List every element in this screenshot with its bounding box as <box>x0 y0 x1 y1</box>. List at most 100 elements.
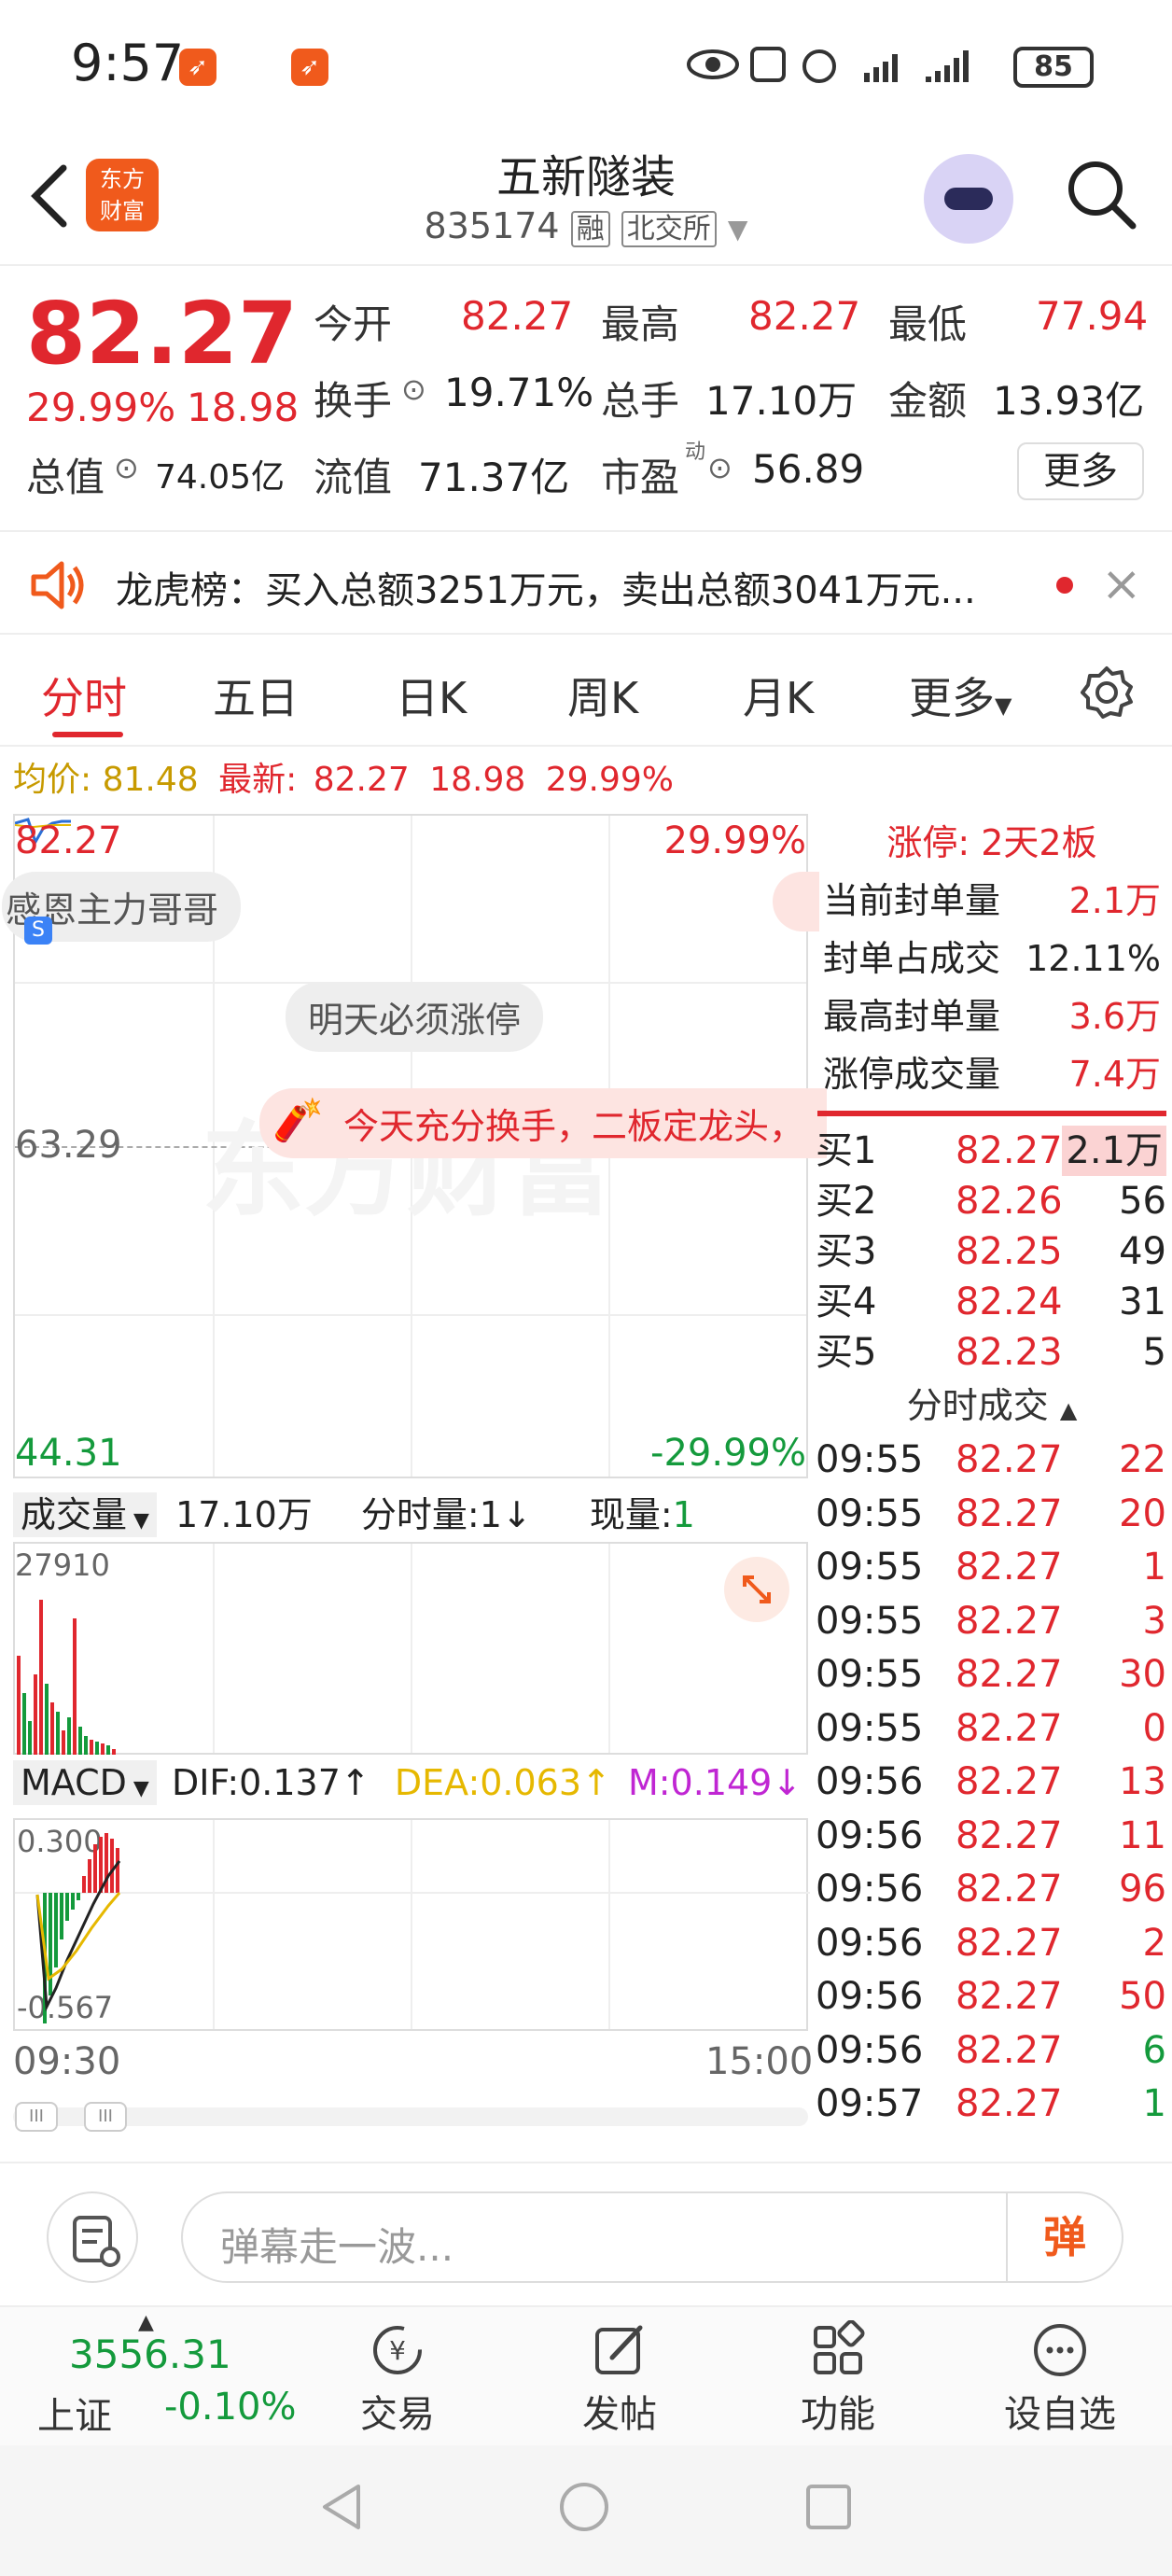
change-amount: 18.98 <box>187 385 300 430</box>
trade-row: 09:56 82.27 11 <box>812 1810 1172 1864</box>
trade-volume: 6 <box>1142 2028 1166 2072</box>
firecracker-icon: 🧨 <box>272 1097 324 1144</box>
back-triangle-icon[interactable] <box>314 2479 370 2535</box>
nav-functions[interactable]: 功能 <box>754 2307 922 2438</box>
chart-scrollbar[interactable]: III III <box>13 2102 808 2132</box>
svg-text:¥: ¥ <box>389 2335 406 2366</box>
trade-price: 82.27 <box>956 1599 1063 1643</box>
volume-mode[interactable]: 分时量:1↓ <box>361 1494 532 1535</box>
trades-list[interactable]: 09:55 82.27 22 09:55 82.27 20 09:55 82.27 1 09:55… <box>812 1434 1172 2132</box>
tab-five-day[interactable]: 五日 <box>213 665 299 726</box>
tab-weekly-k[interactable]: 周K <box>567 665 638 726</box>
dropdown-icon: ▼ <box>727 214 748 245</box>
trade-row: 09:55 82.27 3 <box>812 1595 1172 1649</box>
gear-icon[interactable] <box>1079 665 1135 721</box>
recents-square-icon[interactable] <box>801 2479 857 2535</box>
index-name: 上证 <box>37 2395 112 2438</box>
tab-intraday[interactable]: 分时 <box>41 665 127 726</box>
nav-add-watchlist-label: 设自选 <box>1004 2393 1116 2436</box>
quote-summary: 82.27 29.99% 18.98 今开 82.27 最高 82.27 最低 … <box>0 269 1172 530</box>
home-circle-icon[interactable] <box>556 2479 612 2535</box>
latest-pct: 29.99% <box>545 761 675 799</box>
order-book-row[interactable]: 买5 82.23 5 <box>812 1327 1172 1378</box>
info-icon[interactable]: ⊙ <box>114 450 139 485</box>
limit-up-stats: 当前封单量 2.1万 封单占成交 12.11% 最高封单量 3.6万 涨停成交量 7.4万 <box>812 872 1172 1103</box>
trade-price: 82.27 <box>956 2028 1063 2072</box>
info-icon[interactable]: ⊙ <box>707 450 732 485</box>
danmaku-input[interactable]: 弹幕走一波... 弹 <box>181 2191 1123 2283</box>
tab-monthly-k[interactable]: 月K <box>743 665 814 726</box>
volume-chart[interactable]: 27910 <box>13 1542 808 1755</box>
nav-add-watchlist[interactable]: 设自选 <box>976 2307 1144 2438</box>
speaker-icon <box>31 561 84 609</box>
order-book-row[interactable]: 买1 82.27 2.1万 <box>812 1126 1172 1176</box>
limit-stat-value: 2.1万 <box>1068 880 1161 921</box>
trades-header[interactable]: 分时成交 ▲ <box>812 1378 1172 1434</box>
pe-superscript: 动 <box>685 441 706 464</box>
order-book-row[interactable]: 买3 82.25 49 <box>812 1226 1172 1277</box>
time-axis-start: 09:30 <box>13 2040 121 2083</box>
order-volume: 49 <box>1119 1230 1166 1273</box>
trade-volume: 3 <box>1142 1599 1166 1643</box>
trade-time: 09:55 <box>816 1599 924 1643</box>
danmaku-bubble: 明天必须涨停 <box>286 982 544 1052</box>
tab-active-indicator <box>52 732 123 737</box>
assistant-avatar[interactable] <box>924 154 1013 244</box>
order-level: 买1 <box>816 1129 877 1172</box>
danmaku-settings-button[interactable] <box>47 2191 138 2283</box>
trade-time: 09:56 <box>816 1975 924 2018</box>
volume-value: 17.10万 <box>705 378 858 424</box>
intraday-chart[interactable]: 东方财富 82.27 29.99% 63.29 44.31 -29.99% 感恩… <box>2 814 828 1478</box>
close-icon[interactable]: × <box>1101 556 1142 612</box>
volume-indicator-select[interactable]: 成交量 ▼ <box>13 1492 157 1537</box>
notification-app-icon: ➶ <box>179 49 216 86</box>
time-axis-end: 15:00 <box>705 2040 814 2083</box>
scroll-handle-right[interactable]: III <box>84 2102 127 2132</box>
trade-volume: 22 <box>1119 1438 1166 1481</box>
danmaku-send-button[interactable]: 弹 <box>1006 2191 1122 2283</box>
system-nav <box>0 2445 1172 2576</box>
limit-stat-row: 涨停成交量 7.4万 <box>812 1045 1172 1103</box>
nav-trade[interactable]: ¥ 交易 <box>314 2307 481 2438</box>
turnover-label: 换手 <box>314 378 393 424</box>
limit-up-title: 涨停: 2天2板 <box>886 822 1097 863</box>
float-value: 71.37亿 <box>418 455 570 500</box>
search-button[interactable] <box>1064 157 1138 231</box>
stock-code: 835174 <box>424 205 560 246</box>
limit-stat-value: 7.4万 <box>1068 1054 1161 1095</box>
scroll-handle-left[interactable]: III <box>15 2102 58 2132</box>
trade-price: 82.27 <box>956 1653 1063 1696</box>
trade-volume: 1 <box>1142 1546 1166 1589</box>
macd-lines <box>15 1833 810 2023</box>
info-icon[interactable]: ⊙ <box>401 371 426 407</box>
trade-volume: 50 <box>1119 1975 1166 2018</box>
macd-dea: DEA:0.063↑ <box>394 1762 611 1803</box>
margin-tag: 融 <box>570 211 610 247</box>
order-book-row[interactable]: 买4 82.24 31 <box>812 1277 1172 1327</box>
search-icon <box>1068 161 1137 230</box>
macd-indicator-select[interactable]: MACD ▼ <box>13 1760 157 1805</box>
tab-more[interactable]: 更多▼ <box>909 665 1012 726</box>
macd-chart[interactable]: 0.300 -0.567 <box>13 1818 810 2031</box>
tab-daily-k[interactable]: 日K <box>396 665 467 726</box>
more-quote-button[interactable]: 更多 <box>1017 442 1144 500</box>
nav-post[interactable]: 发帖 <box>536 2307 704 2438</box>
order-book[interactable]: 买1 82.27 2.1万 买2 82.26 56 买3 82.25 49 买4 82.24 31 买5… <box>812 1126 1172 1378</box>
open-label: 今开 <box>314 301 393 347</box>
limit-stat-label: 封单占成交 <box>823 938 1001 979</box>
float-value-label: 流值 <box>314 455 393 500</box>
order-level: 买3 <box>816 1230 877 1273</box>
latest-label: 最新: <box>218 761 298 799</box>
order-book-row[interactable]: 买2 82.26 56 <box>812 1176 1172 1226</box>
trade-price: 82.27 <box>956 1706 1063 1750</box>
trade-time: 09:56 <box>816 1813 924 1857</box>
total-value-label: 总值 <box>26 455 105 500</box>
index-ticker[interactable]: ▲ 3556.31 上证 -0.10% <box>0 2307 308 2447</box>
total-value: 74.05亿 <box>155 458 286 497</box>
trade-row: 09:56 82.27 96 <box>812 1863 1172 1917</box>
news-ticker[interactable]: 龙虎榜：买入总额3251万元，卖出总额3041万元... × <box>0 530 1172 635</box>
status-bar: 9:57 ➶ ➶ 85 <box>0 0 1172 131</box>
pe-label: 市盈 <box>601 455 680 500</box>
dropdown-icon: ▼ <box>127 1509 149 1533</box>
expand-button[interactable] <box>724 1557 789 1622</box>
